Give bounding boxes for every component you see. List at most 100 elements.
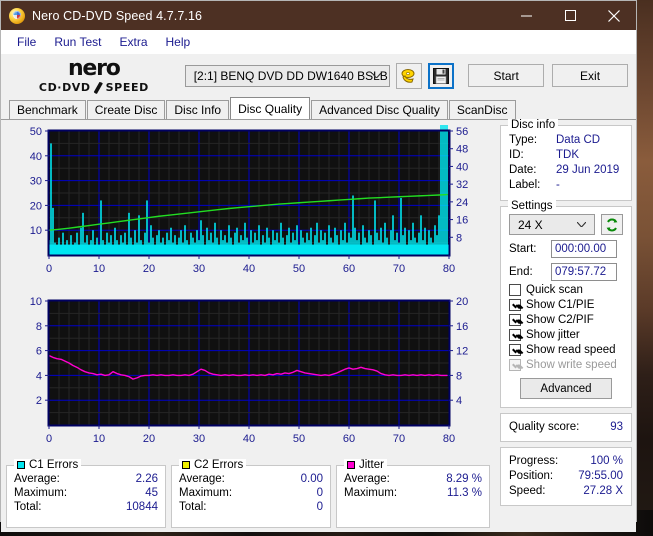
- c2-average-label: Average:: [179, 473, 225, 485]
- speed-select-value: 24 X: [518, 217, 543, 232]
- chevron-down-icon: [372, 72, 382, 78]
- nero-subtitle: CD·DVD SPEED: [39, 80, 149, 94]
- quick-scan-label: Quick scan: [526, 284, 583, 296]
- svg-text:40: 40: [243, 263, 255, 275]
- c1-errors-stats: C1 Errors Average: 2.26 Maximum: 45 Tota…: [6, 459, 166, 528]
- disc-info-legend: Disc info: [508, 119, 559, 131]
- disc-label-label: Label:: [509, 179, 541, 191]
- c1-maximum-value: 45: [145, 487, 158, 499]
- show-c1-pie-checkbox[interactable]: [509, 299, 521, 311]
- svg-text:56: 56: [456, 126, 468, 138]
- quick-scan-row[interactable]: Quick scan: [509, 284, 623, 296]
- show-c2-pif-row[interactable]: Show C2/PIF: [509, 314, 623, 326]
- c1-errors-chart: 10 20 30 40 50 8 16 24 32 40 48 56 0 10 20 30 40 50 60 70 80: [6, 125, 495, 291]
- show-jitter-row[interactable]: Show jitter: [509, 329, 623, 341]
- quality-score-group: Quality score: 93: [500, 413, 632, 442]
- position-label: Position:: [509, 470, 554, 482]
- c2-total-row: Total: 0: [179, 500, 323, 514]
- start-input[interactable]: 000:00.00: [551, 240, 617, 258]
- speed-select[interactable]: 24 X: [509, 214, 595, 235]
- svg-text:70: 70: [393, 263, 405, 275]
- svg-text:16: 16: [456, 215, 468, 227]
- save-button[interactable]: [428, 62, 455, 89]
- show-c1-pie-row[interactable]: Show C1/PIE: [509, 299, 623, 311]
- end-label: End:: [509, 266, 533, 278]
- menu-extra[interactable]: Extra: [110, 33, 156, 51]
- c1-average-value: 2.26: [135, 473, 158, 485]
- disc-id-value: TDK: [556, 149, 579, 161]
- tab-benchmark[interactable]: Benchmark: [9, 100, 86, 119]
- svg-text:20: 20: [143, 433, 155, 445]
- quality-score-value: 93: [610, 421, 623, 433]
- c2-color-swatch: [182, 461, 190, 469]
- tab-scandisc[interactable]: ScanDisc: [448, 100, 516, 119]
- menu-help[interactable]: Help: [157, 33, 200, 51]
- toolbar: nero CD·DVD SPEED [2:1] BENQ DVD DD DW16…: [1, 53, 636, 97]
- close-button[interactable]: [592, 1, 636, 30]
- svg-text:0: 0: [46, 263, 52, 275]
- tab-advanced-disc-quality[interactable]: Advanced Disc Quality: [311, 100, 448, 119]
- title-bar[interactable]: Nero CD-DVD Speed 4.7.7.16: [1, 1, 636, 30]
- tab-create-disc[interactable]: Create Disc: [86, 100, 166, 119]
- jitter-maximum-label: Maximum:: [344, 487, 398, 499]
- disc-date-row: Date: 29 Jun 2019: [509, 163, 623, 178]
- svg-text:10: 10: [93, 263, 105, 275]
- svg-text:2: 2: [36, 395, 42, 407]
- show-c2-pif-checkbox[interactable]: [509, 314, 521, 326]
- svg-text:0: 0: [46, 433, 52, 445]
- maximize-button[interactable]: [548, 1, 592, 30]
- svg-text:50: 50: [30, 126, 42, 138]
- svg-text:48: 48: [456, 144, 468, 156]
- nero-slash-icon: [92, 82, 104, 94]
- disc-quality-panel: 10 20 30 40 50 8 16 24 32 40 48 56 0 10 20 30 40 50 60 70 80…: [1, 119, 636, 532]
- refresh-button[interactable]: [601, 214, 623, 235]
- menu-file[interactable]: File: [8, 33, 45, 51]
- drive-select[interactable]: [2:1] BENQ DVD DD DW1640 BSLB: [184, 64, 391, 87]
- c2-average-row: Average: 0.00: [179, 472, 323, 486]
- show-jitter-label: Show jitter: [526, 329, 580, 341]
- svg-text:4: 4: [36, 370, 42, 382]
- position-value: 79:55.00: [578, 470, 623, 482]
- show-jitter-checkbox[interactable]: [509, 329, 521, 341]
- speed-label: Speed:: [509, 485, 546, 497]
- disc-id-label: ID:: [509, 149, 524, 161]
- svg-text:80: 80: [443, 433, 455, 445]
- c1-total-row: Total: 10844: [14, 500, 158, 514]
- svg-text:12: 12: [456, 346, 468, 358]
- c1-errors-legend-label: C1 Errors: [29, 459, 79, 471]
- svg-text:60: 60: [343, 263, 355, 275]
- tab-strip: Benchmark Create Disc Disc Info Disc Qua…: [1, 97, 636, 119]
- start-button[interactable]: Start: [468, 64, 545, 87]
- quick-scan-checkbox[interactable]: [509, 284, 521, 296]
- svg-text:80: 80: [443, 263, 455, 275]
- show-write-speed-checkbox: [509, 359, 521, 371]
- svg-text:16: 16: [456, 321, 468, 333]
- show-read-speed-checkbox[interactable]: [509, 344, 521, 356]
- nero-subtitle-right: SPEED: [105, 80, 149, 94]
- svg-text:70: 70: [393, 433, 405, 445]
- tab-disc-quality[interactable]: Disc Quality: [230, 97, 311, 119]
- advanced-button[interactable]: Advanced: [520, 378, 612, 399]
- exit-button[interactable]: Exit: [552, 64, 628, 87]
- eject-disc-button[interactable]: [396, 62, 423, 89]
- disc-type-label: Type:: [509, 134, 538, 146]
- window-controls: [504, 1, 636, 30]
- show-read-speed-row[interactable]: Show read speed: [509, 344, 623, 356]
- c2-average-value: 0.00: [300, 473, 323, 485]
- nero-wordmark: nero: [67, 56, 121, 81]
- svg-text:30: 30: [193, 433, 205, 445]
- show-read-speed-label: Show read speed: [526, 344, 616, 356]
- show-c2-pif-label: Show C2/PIF: [526, 314, 594, 326]
- svg-text:40: 40: [243, 433, 255, 445]
- svg-text:20: 20: [30, 200, 42, 212]
- position-row: Position: 79:55.00: [509, 469, 623, 484]
- end-input[interactable]: 079:57.72: [551, 263, 617, 281]
- c2-total-value: 0: [316, 501, 323, 513]
- show-write-speed-row: Show write speed: [509, 359, 623, 371]
- menu-run-test[interactable]: Run Test: [45, 33, 110, 51]
- jitter-stats: Jitter Average: 8.29 % Maximum: 11.3 %: [336, 459, 490, 528]
- quality-score-row: Quality score: 93: [509, 420, 623, 435]
- tab-disc-info[interactable]: Disc Info: [166, 100, 230, 119]
- minimize-button[interactable]: [504, 1, 548, 30]
- progress-value: 100 %: [590, 455, 623, 467]
